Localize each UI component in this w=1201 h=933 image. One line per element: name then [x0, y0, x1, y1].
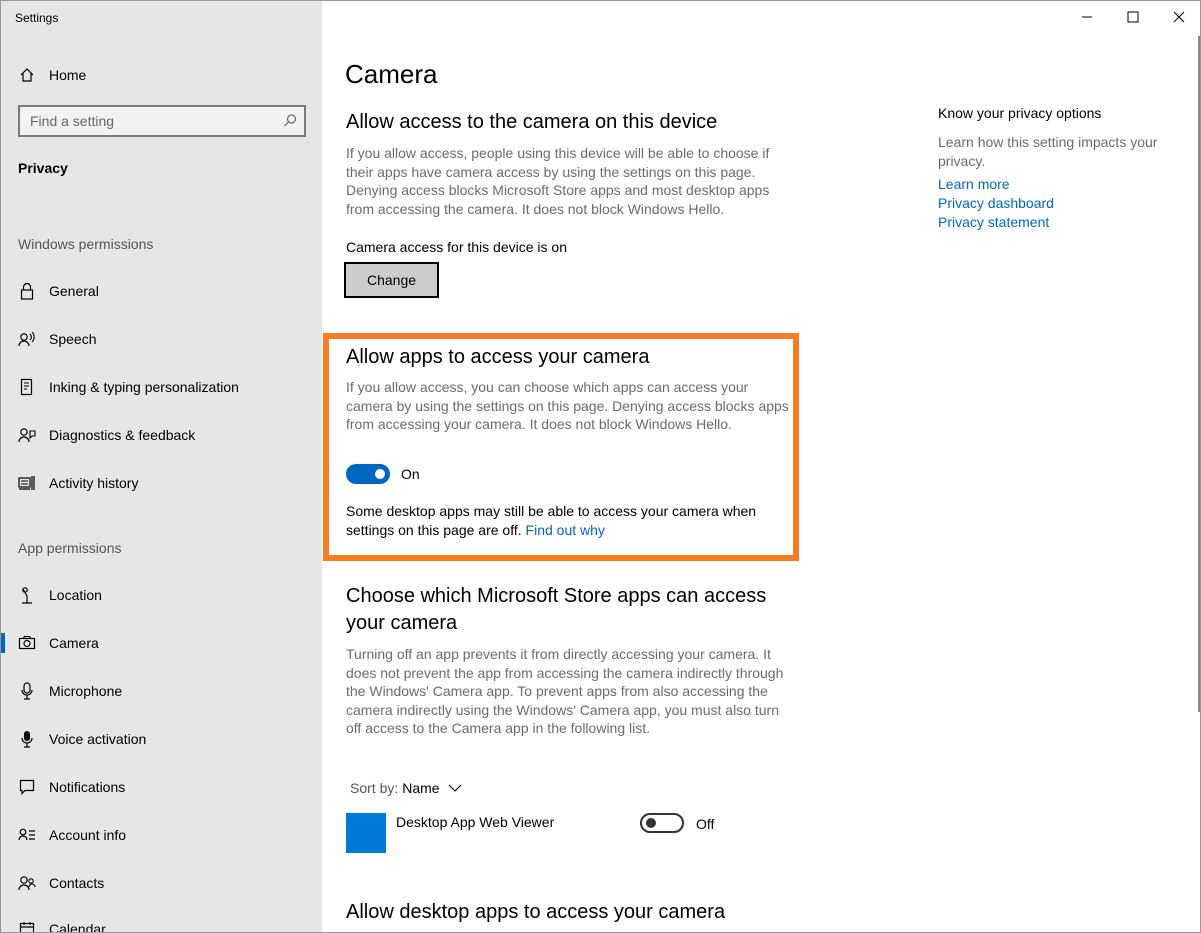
sidebar-item-label: Microphone [49, 683, 123, 699]
sidebar-item-label: Location [49, 587, 102, 603]
learn-more-link[interactable]: Learn more [938, 176, 1010, 192]
contacts-icon [17, 873, 37, 893]
toggle-knob [375, 469, 385, 479]
home-nav-item[interactable]: Home [1, 59, 322, 91]
sidebar-item-label: Contacts [49, 875, 105, 891]
search-icon[interactable] [282, 113, 298, 129]
search-box[interactable] [18, 105, 306, 137]
voice-activation-icon [17, 729, 37, 749]
sidebar-item-label: Account info [49, 827, 127, 843]
change-button[interactable]: Change [344, 262, 439, 298]
account-info-icon [17, 825, 37, 845]
sidebar-item-location[interactable]: Location [1, 575, 322, 615]
minimize-icon [1082, 16, 1092, 18]
apps-access-toggle[interactable] [346, 464, 390, 484]
chevron-down-icon [448, 784, 461, 792]
home-label: Home [49, 67, 87, 83]
app-access-toggle[interactable] [640, 813, 684, 833]
windows-permissions-heading: Windows permissions [18, 236, 154, 252]
sidebar-item-label: Speech [49, 331, 97, 347]
maximize-button[interactable] [1110, 1, 1156, 33]
sidebar-item-label: Activity history [49, 475, 139, 491]
sort-label: Sort by: [350, 780, 399, 796]
sidebar-item-label: Voice activation [49, 731, 147, 747]
app-access-toggle-state: Off [696, 816, 715, 832]
close-icon [1173, 11, 1185, 23]
sidebar-item-label: Diagnostics & feedback [49, 427, 196, 443]
desktop-apps-heading: Allow desktop apps to access your camera [346, 901, 726, 923]
privacy-options-title: Know your privacy options [938, 105, 1102, 121]
apps-access-heading: Allow apps to access your camera [346, 346, 650, 368]
privacy-dashboard-link[interactable]: Privacy dashboard [938, 195, 1054, 211]
calendar-icon [17, 919, 37, 932]
sidebar-item-activity-history[interactable]: Activity history [1, 463, 322, 503]
sidebar-item-speech[interactable]: Speech [1, 319, 322, 359]
sidebar-item-voice-activation[interactable]: Voice activation [1, 719, 322, 759]
sidebar-item-general[interactable]: General [1, 271, 322, 311]
sidebar-item-label: Inking & typing personalization [49, 379, 239, 395]
sidebar-item-label: Calendar [49, 921, 106, 933]
apps-access-note: Some desktop apps may still be able to a… [346, 502, 766, 539]
maximize-icon [1127, 11, 1139, 23]
sidebar-item-microphone[interactable]: Microphone [1, 671, 322, 711]
home-icon [17, 65, 37, 85]
sidebar-section-title: Privacy [18, 160, 68, 176]
close-button[interactable] [1156, 1, 1200, 33]
lock-icon [17, 281, 37, 301]
speech-icon [17, 329, 37, 349]
sort-value: Name [402, 780, 440, 796]
app-name: Desktop App Web Viewer [396, 814, 555, 830]
sidebar-item-label: Notifications [49, 779, 126, 795]
app-tile-icon [346, 813, 386, 853]
diagnostics-icon [17, 425, 37, 445]
location-icon [17, 585, 37, 605]
window-title: Settings [15, 11, 59, 25]
sort-dropdown[interactable]: Sort by: Name [350, 780, 462, 796]
device-access-description: If you allow access, people using this d… [346, 145, 770, 217]
page-title: Camera [345, 59, 438, 89]
sidebar-item-contacts[interactable]: Contacts [1, 863, 322, 903]
sidebar-item-label: Camera [49, 635, 99, 651]
settings-window: Settings Home Privacy Windows permission… [0, 0, 1201, 933]
inking-icon [17, 377, 37, 397]
device-access-status: Camera access for this device is on [346, 239, 567, 255]
sidebar-item-notifications[interactable]: Notifications [1, 767, 322, 807]
sidebar-item-camera[interactable]: Camera [1, 623, 322, 663]
find-out-why-link[interactable]: Find out why [526, 522, 605, 538]
activity-history-icon [17, 473, 37, 493]
store-apps-description: Turning off an app prevents it from dire… [346, 646, 784, 736]
search-input[interactable] [20, 107, 270, 135]
apps-access-toggle-state: On [401, 466, 420, 482]
store-apps-heading-line1: Choose which Microsoft Store apps can ac… [346, 585, 767, 607]
notifications-icon [17, 777, 37, 797]
apps-access-description: If you allow access, you can choose whic… [346, 379, 789, 432]
device-access-heading: Allow access to the camera on this devic… [346, 111, 718, 133]
minimize-button[interactable] [1064, 1, 1110, 33]
sidebar-item-diagnostics[interactable]: Diagnostics & feedback [1, 415, 322, 455]
sidebar-item-label: General [49, 283, 99, 299]
toggle-knob [646, 818, 656, 828]
sidebar-item-calendar[interactable]: Calendar [1, 909, 322, 933]
sidebar-item-inking-typing[interactable]: Inking & typing personalization [1, 367, 322, 407]
privacy-options-description: Learn how this setting impacts your priv… [938, 134, 1158, 169]
store-apps-heading-line2: your camera [346, 612, 458, 634]
privacy-statement-link[interactable]: Privacy statement [938, 214, 1049, 230]
camera-icon [17, 633, 37, 653]
microphone-icon [17, 681, 37, 701]
sidebar: Settings Home Privacy Windows permission… [1, 1, 322, 933]
sidebar-item-account-info[interactable]: Account info [1, 815, 322, 855]
app-permissions-heading: App permissions [18, 540, 122, 556]
